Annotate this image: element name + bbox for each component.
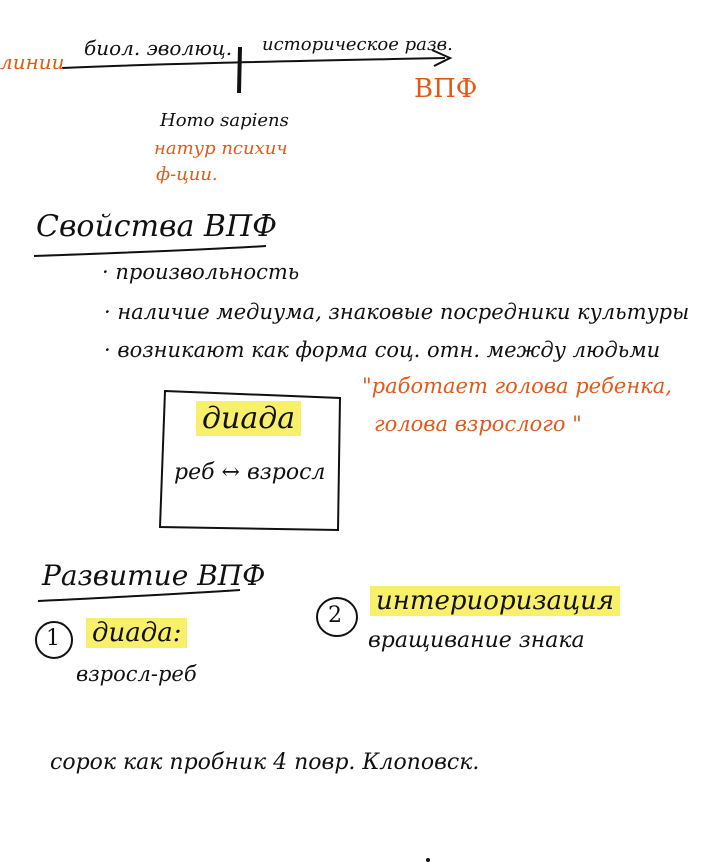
footer-note: сорок как пробник 4 повр. Клоповск.: [50, 750, 480, 775]
quote-line-2: голова взрослого ": [374, 412, 582, 436]
properties-heading-underline: [33, 245, 267, 257]
timeline-left-label: линии: [0, 50, 65, 74]
step1-sub: взросл-реб: [76, 662, 197, 686]
diada-box-title-text: диада: [196, 401, 302, 436]
property-item-3: · возникают как форма соц. отн. между лю…: [104, 338, 661, 362]
ink-strokes: [33, 46, 453, 862]
timeline-bio-label: биол. эволюц.: [84, 36, 233, 60]
homo-line1: натур психич: [154, 138, 288, 159]
diada-box-title: диада: [196, 401, 302, 436]
step1-number: 1: [46, 626, 60, 651]
step2-title-text: интериоризация: [370, 586, 621, 616]
quote-line-1: "работает голова ребенка,: [362, 374, 672, 398]
property-item-1: · произвольность: [102, 260, 300, 284]
homo-title: Homo sapiens: [160, 110, 289, 131]
timeline-vpf-label: ВПФ: [414, 74, 478, 104]
homo-line2: ф-ции.: [156, 164, 218, 185]
timeline-divider: [237, 46, 242, 94]
step2-title: интериоризация: [370, 586, 621, 616]
stray-dot: [426, 858, 430, 862]
step2-sub: вращивание знака: [368, 628, 585, 653]
development-heading: Развитие ВПФ: [42, 559, 266, 592]
property-item-2: · наличие медиума, знаковые посредники к…: [104, 300, 690, 324]
properties-heading: Свойства ВПФ: [36, 209, 278, 244]
step1-title: диада:: [86, 618, 188, 648]
step2-number: 2: [328, 603, 342, 628]
diada-box-relation: реб ↔ взросл: [174, 460, 326, 485]
timeline-hist-label: историческое разв.: [262, 34, 453, 55]
step1-title-text: диада:: [86, 618, 188, 648]
